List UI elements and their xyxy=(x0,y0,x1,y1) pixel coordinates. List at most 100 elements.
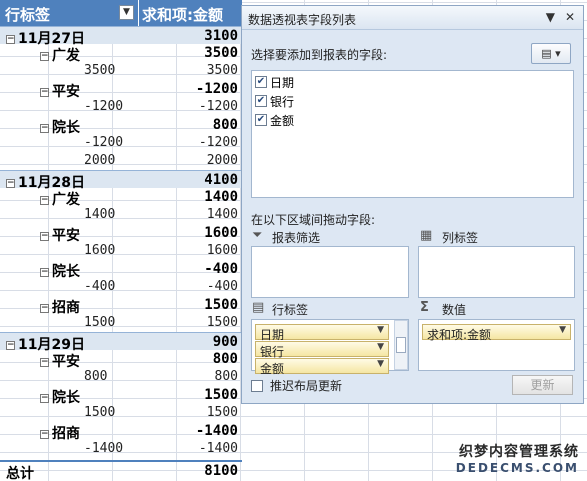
field-item[interactable]: ✔ 日期 xyxy=(252,71,573,90)
amount-row-text: 1500 xyxy=(84,315,116,330)
column-labels-icon: ▦ xyxy=(420,228,433,243)
collapse-icon[interactable]: − xyxy=(6,34,15,44)
bank-row-value: 1400 xyxy=(204,189,238,205)
filter-dropdown-icon[interactable]: ▼ xyxy=(119,5,134,20)
amount-row: 1500 1500 xyxy=(0,404,242,422)
row-field-pill[interactable]: 日期 ▼ xyxy=(255,324,389,342)
collapse-icon[interactable]: − xyxy=(40,51,49,61)
defer-update-label: 推迟布局更新 xyxy=(270,379,343,393)
collapse-icon[interactable]: − xyxy=(40,267,49,277)
bank-row: − 广发 1400 xyxy=(0,188,242,208)
bank-row: − 院长 -400 xyxy=(0,260,242,280)
amount-row-label: 1400 xyxy=(84,207,115,222)
column-labels-area[interactable] xyxy=(418,246,575,298)
amount-row: 3500 3500 xyxy=(0,62,242,80)
amount-row-value: 1600 xyxy=(206,243,238,258)
amount-row-value: -1200 xyxy=(198,99,238,114)
amount-row-value: -1200 xyxy=(198,135,238,150)
values-area[interactable]: 求和项:金额 ▼ xyxy=(418,319,575,371)
collapse-icon[interactable]: − xyxy=(40,303,49,313)
amount-row-text: -1200 xyxy=(84,99,124,114)
amount-row-label: 1500 xyxy=(84,315,115,330)
sum-header: 求和项:金额 xyxy=(138,0,242,26)
dropdown-arrow-icon[interactable]: ▼ xyxy=(377,342,384,352)
amount-row-value: 800 xyxy=(214,369,238,384)
drag-fields-label: 在以下区域间拖动字段: xyxy=(251,213,376,227)
collapse-icon[interactable]: − xyxy=(40,231,49,241)
field-checkbox[interactable]: ✔ xyxy=(255,95,267,107)
collapse-icon[interactable]: − xyxy=(40,357,49,367)
amount-row-label: 800 xyxy=(84,369,107,384)
amount-row-text: -1200 xyxy=(84,135,124,150)
date-row: −11月28日 4100 xyxy=(0,170,242,191)
panel-title-bar: 数据透视表字段列表 ▼ ✕ xyxy=(242,6,583,30)
bank-row-value: -1400 xyxy=(195,423,238,439)
amount-row-label: 2000 xyxy=(84,153,115,168)
dropdown-arrow-icon[interactable]: ▼ xyxy=(377,359,384,369)
update-button[interactable]: 更新 xyxy=(512,375,573,395)
defer-update-checkbox[interactable] xyxy=(251,379,263,392)
amount-row-text: 1600 xyxy=(84,243,116,258)
bank-row: − 平安 1600 xyxy=(0,224,242,244)
report-filter-label: 报表筛选 xyxy=(272,231,321,245)
date-row-value: 4100 xyxy=(204,172,238,188)
collapse-icon[interactable]: − xyxy=(40,195,49,205)
row-labels-header[interactable]: 行标签 ▼ xyxy=(0,0,138,26)
field-item[interactable]: ✔ 银行 xyxy=(252,90,573,109)
row-labels-header-text: 行标签 xyxy=(5,6,51,24)
bank-row-value: 1500 xyxy=(204,387,238,403)
amount-row: -1400 -1400 xyxy=(0,440,242,458)
grand-total-value: 8100 xyxy=(204,463,238,479)
amount-row-label: 1500 xyxy=(84,405,115,420)
field-checkbox[interactable]: ✔ xyxy=(255,114,267,126)
collapse-icon[interactable]: − xyxy=(6,178,15,188)
row-labels-area[interactable]: 日期 ▼ 银行 ▼ 金额 ▼ xyxy=(251,319,409,376)
field-label: 金额 xyxy=(270,113,295,128)
grand-total-row: 总计 8100 xyxy=(0,460,242,481)
row-labels-icon: ▤ xyxy=(252,300,265,315)
collapse-icon[interactable]: − xyxy=(6,340,15,350)
field-checkbox[interactable]: ✔ xyxy=(255,76,267,88)
panel-menu-icon[interactable]: ▼ xyxy=(546,10,555,24)
pivot-field-list-panel: 数据透视表字段列表 ▼ ✕ 选择要添加到报表的字段: ▤ ▾ ✔ 日期 ✔ 银行 ✔ 金额… xyxy=(241,5,584,404)
row-labels-area-label: 行标签 xyxy=(272,303,309,317)
choose-fields-label: 选择要添加到报表的字段: xyxy=(251,48,388,62)
row-field-pill[interactable]: 银行 ▼ xyxy=(255,341,389,359)
value-field-pill[interactable]: 求和项:金额 ▼ xyxy=(422,324,571,342)
amount-row-label: -1200 xyxy=(84,135,123,150)
defer-update-option[interactable]: 推迟布局更新 xyxy=(251,377,342,394)
dropdown-arrow-icon[interactable]: ▼ xyxy=(377,325,384,335)
collapse-icon[interactable]: − xyxy=(40,393,49,403)
amount-row-value: 1400 xyxy=(206,207,238,222)
amount-row-text: 800 xyxy=(84,369,108,384)
row-labels-scrollbar[interactable] xyxy=(394,320,408,370)
row-field-pill-label: 金额 xyxy=(260,362,285,376)
bank-row: − 院长 1500 xyxy=(0,386,242,406)
bank-row-value: 800 xyxy=(212,117,238,133)
amount-row: -1200 -1200 xyxy=(0,98,242,116)
field-items: ✔ 日期 ✔ 银行 ✔ 金额 xyxy=(252,71,573,128)
collapse-icon[interactable]: − xyxy=(40,123,49,133)
report-filter-area[interactable] xyxy=(251,246,409,298)
amount-row: 800 800 xyxy=(0,368,242,386)
amount-row-value: -400 xyxy=(206,279,238,294)
scroll-thumb[interactable] xyxy=(396,337,406,353)
amount-row: 1500 1500 xyxy=(0,314,242,332)
field-list: ✔ 日期 ✔ 银行 ✔ 金额 xyxy=(251,70,574,198)
close-icon[interactable]: ✕ xyxy=(565,10,575,24)
amount-row-text: -400 xyxy=(84,279,116,294)
row-field-pill[interactable]: 金额 ▼ xyxy=(255,358,389,376)
watermark: 织梦内容管理系统 DEDECMS.COM xyxy=(456,441,579,475)
amount-row-text: 1500 xyxy=(84,405,116,420)
collapse-icon[interactable]: − xyxy=(40,87,49,97)
amount-row: -400 -400 xyxy=(0,278,242,296)
collapse-icon[interactable]: − xyxy=(40,429,49,439)
layout-options-button[interactable]: ▤ ▾ xyxy=(531,43,571,64)
field-item[interactable]: ✔ 金额 xyxy=(252,109,573,128)
bank-row-value: 1500 xyxy=(204,297,238,313)
amount-row-value: 1500 xyxy=(206,405,238,420)
bank-row-value: -400 xyxy=(204,261,238,277)
amount-row-label: -1200 xyxy=(84,99,123,114)
grand-total-label: 总计 xyxy=(6,466,34,481)
dropdown-arrow-icon[interactable]: ▼ xyxy=(559,325,566,335)
